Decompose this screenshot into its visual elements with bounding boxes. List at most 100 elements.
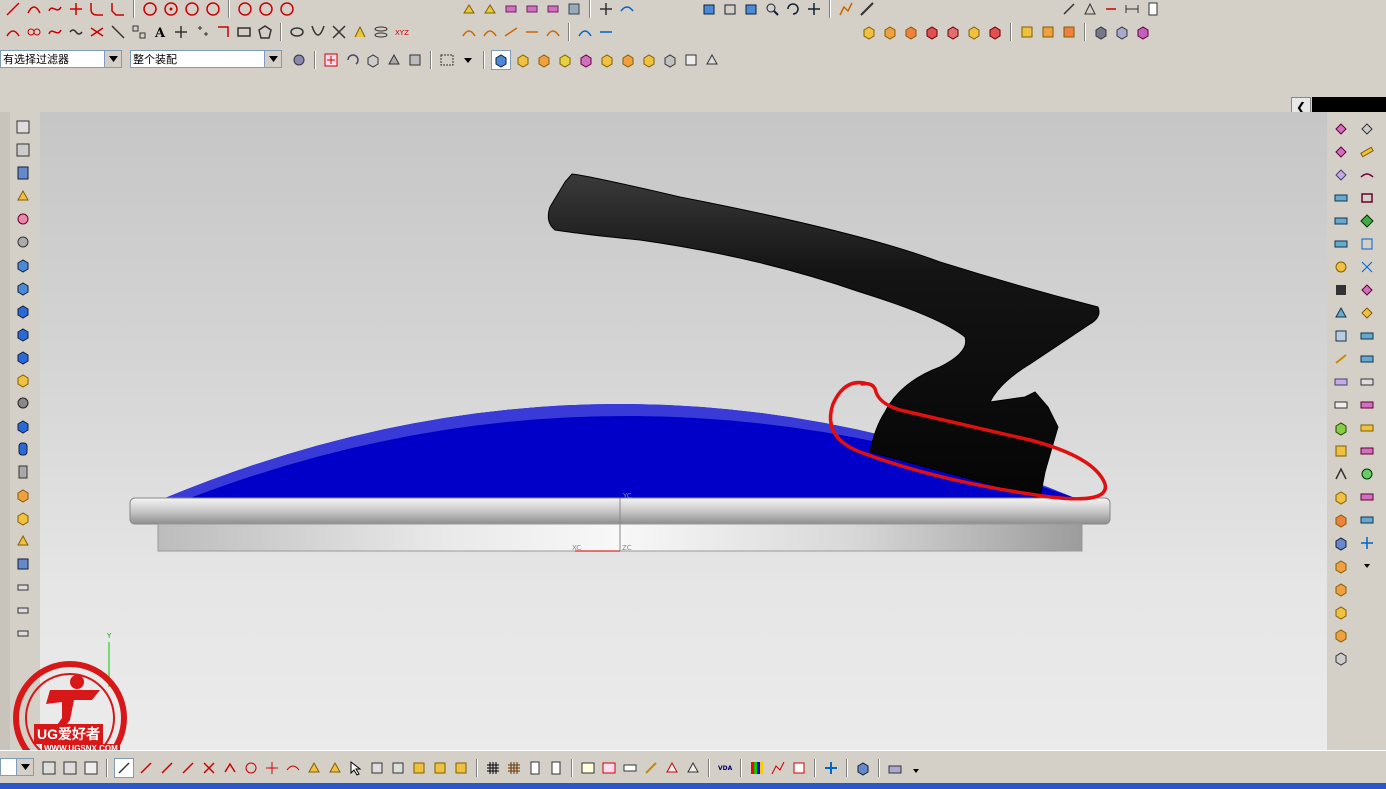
palette-icon[interactable] <box>14 210 32 228</box>
info-icon[interactable] <box>790 759 808 777</box>
block-icon[interactable] <box>14 371 32 389</box>
circle-arc-icon[interactable] <box>204 0 222 18</box>
mid-point-icon[interactable] <box>158 759 176 777</box>
body-filter-icon[interactable] <box>556 51 574 69</box>
thicken-icon[interactable] <box>1332 373 1350 391</box>
feature-icon[interactable] <box>14 532 32 550</box>
face-icon[interactable] <box>1332 143 1350 161</box>
drawing-icon[interactable] <box>579 759 597 777</box>
chevron-down-icon[interactable] <box>104 51 121 67</box>
sketch-icon[interactable] <box>1060 0 1078 18</box>
circle-3pt-icon[interactable] <box>236 0 254 18</box>
grid-icon[interactable] <box>505 759 523 777</box>
divide-curve-icon[interactable] <box>523 23 541 41</box>
sheet-icon[interactable] <box>1358 511 1376 529</box>
bottom-filter-dropdown[interactable] <box>0 758 34 776</box>
feature-icon[interactable] <box>14 509 32 527</box>
line-icon[interactable] <box>4 0 22 18</box>
sheet-icon[interactable] <box>1332 212 1350 230</box>
body-icon[interactable] <box>1332 649 1350 667</box>
sew-icon[interactable] <box>1332 304 1350 322</box>
body-select-icon[interactable] <box>406 51 424 69</box>
cylinder-icon[interactable] <box>14 440 32 458</box>
assembly-nav-icon[interactable] <box>14 118 32 136</box>
feature-icon[interactable] <box>14 601 32 619</box>
face-icon[interactable] <box>1332 120 1350 138</box>
type-filter-dropdown[interactable]: 有选择过滤器 <box>0 50 122 68</box>
cone-icon[interactable] <box>902 23 920 41</box>
select-icon[interactable] <box>452 759 470 777</box>
vertex-filter-icon[interactable] <box>619 51 637 69</box>
dimension-icon[interactable] <box>1123 0 1141 18</box>
quadrant-point-icon[interactable] <box>242 759 260 777</box>
face-icon[interactable] <box>1358 304 1376 322</box>
curve-icon[interactable] <box>1358 166 1376 184</box>
arc-center-icon[interactable] <box>221 759 239 777</box>
body-icon[interactable] <box>1332 534 1350 552</box>
grid-icon[interactable] <box>484 759 502 777</box>
arc-icon[interactable] <box>25 0 43 18</box>
machine-icon[interactable] <box>886 759 904 777</box>
ruler-icon[interactable] <box>1358 143 1376 161</box>
boss-icon[interactable] <box>965 23 983 41</box>
frame-icon[interactable] <box>1358 235 1376 253</box>
pipe-icon[interactable] <box>14 463 32 481</box>
polygon-icon[interactable] <box>256 23 274 41</box>
block-icon[interactable] <box>14 348 32 366</box>
face-icon[interactable] <box>1332 166 1350 184</box>
body-icon[interactable] <box>1332 580 1350 598</box>
select-icon[interactable] <box>389 759 407 777</box>
point-on-face-icon[interactable] <box>305 759 323 777</box>
sheet-icon[interactable] <box>1332 189 1350 207</box>
offset-curve-icon[interactable] <box>46 23 64 41</box>
existing-point-icon[interactable] <box>263 759 281 777</box>
zoom-icon[interactable] <box>763 0 781 18</box>
edit-params-icon[interactable] <box>481 23 499 41</box>
split-icon[interactable] <box>1332 442 1350 460</box>
parabola-icon[interactable] <box>309 23 327 41</box>
circle-center-icon[interactable] <box>162 0 180 18</box>
part-nav-icon[interactable] <box>14 141 32 159</box>
sheet-icon[interactable] <box>1358 396 1376 414</box>
part-icon[interactable] <box>854 759 872 777</box>
circle-icon[interactable] <box>141 0 159 18</box>
intersection-point-icon[interactable] <box>200 759 218 777</box>
blend-icon[interactable] <box>523 0 541 18</box>
cylinder-icon[interactable] <box>881 23 899 41</box>
mesh-icon[interactable] <box>565 0 583 18</box>
analysis-icon[interactable] <box>769 759 787 777</box>
color-bar-icon[interactable] <box>748 759 766 777</box>
drawing-icon[interactable] <box>663 759 681 777</box>
snap-point-icon[interactable] <box>322 51 340 69</box>
curve-filter-icon[interactable] <box>640 51 658 69</box>
measure-filter-icon[interactable] <box>682 51 700 69</box>
block-icon[interactable] <box>14 417 32 435</box>
control-point-icon[interactable] <box>179 759 197 777</box>
history-icon[interactable] <box>14 164 32 182</box>
offset-face-icon[interactable] <box>1332 350 1350 368</box>
hole-icon[interactable] <box>944 23 962 41</box>
taper-icon[interactable] <box>1332 488 1350 506</box>
bounded-grid-icon[interactable] <box>326 759 344 777</box>
edge-filter-icon[interactable] <box>598 51 616 69</box>
sheet-icon[interactable] <box>1358 534 1376 552</box>
layer-icon[interactable] <box>40 759 58 777</box>
sheet-icon[interactable] <box>1358 465 1376 483</box>
vda-icon[interactable]: VDA <box>716 759 734 777</box>
offset-icon[interactable] <box>618 0 636 18</box>
revolve-icon[interactable] <box>481 0 499 18</box>
feature-icon[interactable] <box>14 624 32 642</box>
select-icon[interactable] <box>410 759 428 777</box>
fillet-icon[interactable] <box>88 0 106 18</box>
helix-icon[interactable] <box>372 23 390 41</box>
sheet-icon[interactable] <box>1358 350 1376 368</box>
blend-icon[interactable] <box>1332 258 1350 276</box>
trim-icon[interactable] <box>597 0 615 18</box>
block-icon[interactable] <box>14 325 32 343</box>
wave-link-icon[interactable] <box>1358 120 1376 138</box>
block-icon[interactable] <box>860 23 878 41</box>
fit-icon[interactable] <box>742 0 760 18</box>
sheet-icon[interactable] <box>1358 419 1376 437</box>
drawing-icon[interactable] <box>684 759 702 777</box>
subtract-icon[interactable] <box>1039 23 1057 41</box>
